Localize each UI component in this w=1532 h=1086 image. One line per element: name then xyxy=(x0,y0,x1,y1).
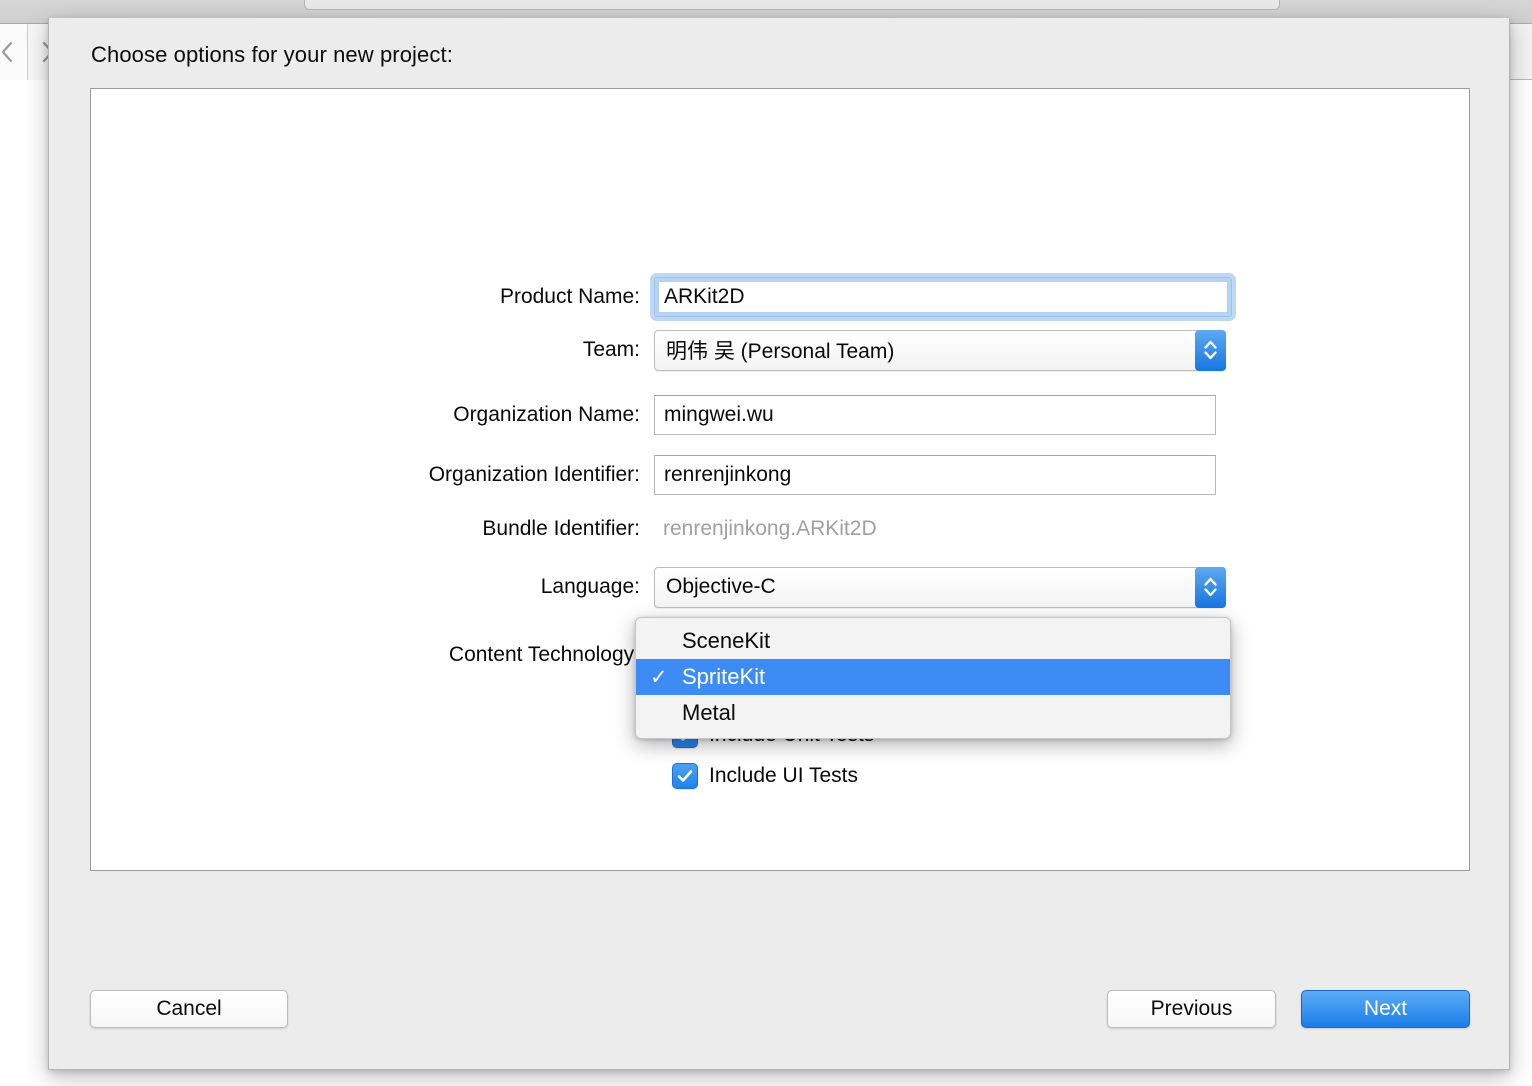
organization-identifier-input[interactable]: renrenjinkong xyxy=(654,455,1216,495)
field-row-bundle-identifier: Bundle Identifier: renrenjinkong.ARKit2D xyxy=(91,509,1469,549)
chevron-updown-icon[interactable] xyxy=(1195,566,1226,608)
language-popup-value: Objective-C xyxy=(666,575,776,598)
menu-item-label: Metal xyxy=(682,700,736,725)
team-label: Team: xyxy=(582,338,640,361)
cancel-button[interactable]: Cancel xyxy=(90,990,288,1028)
language-popup-button[interactable]: Objective-C xyxy=(654,566,1226,608)
field-row-organization-identifier: Organization Identifier: renrenjinkong xyxy=(91,455,1469,495)
bundle-identifier-label: Bundle Identifier: xyxy=(482,517,640,540)
bundle-identifier-value: renrenjinkong.ARKit2D xyxy=(663,517,877,540)
menu-item-label: SceneKit xyxy=(682,628,771,653)
team-popup-button[interactable]: 明伟 吴 (Personal Team) xyxy=(654,329,1226,371)
team-popup-value: 明伟 吴 (Personal Team) xyxy=(666,340,895,363)
menu-item-spritekit[interactable]: ✓ SpriteKit xyxy=(636,659,1230,695)
back-button[interactable] xyxy=(0,24,28,80)
checkmark-icon xyxy=(672,763,698,789)
check-icon: ✓ xyxy=(650,665,668,689)
options-panel: Product Name: ARKit2D Team: 明伟 吴 (Person… xyxy=(90,88,1470,871)
background-toolbar-field xyxy=(304,0,1280,10)
project-options-form: Product Name: ARKit2D Team: 明伟 吴 (Person… xyxy=(91,89,1469,870)
product-name-input[interactable]: ARKit2D xyxy=(654,277,1232,317)
organization-name-input[interactable]: mingwei.wu xyxy=(654,395,1216,435)
checkbox-include-ui-tests[interactable]: Include UI Tests xyxy=(672,760,858,792)
new-project-options-sheet: Choose options for your new project: Pro… xyxy=(48,18,1510,1070)
field-row-product-name: Product Name: ARKit2D xyxy=(91,277,1469,317)
chevron-updown-icon[interactable] xyxy=(1195,329,1226,371)
product-name-label: Product Name: xyxy=(499,285,640,308)
app-window: Choose options for your new project: Pro… xyxy=(0,0,1532,1086)
organization-identifier-label: Organization Identifier: xyxy=(428,463,640,486)
menu-item-metal[interactable]: Metal xyxy=(636,695,1230,731)
content-technology-label: Content Technology: xyxy=(448,643,640,666)
next-button[interactable]: Next xyxy=(1301,990,1470,1028)
language-label: Language: xyxy=(540,575,640,598)
previous-button[interactable]: Previous xyxy=(1107,990,1276,1028)
menu-item-scenekit[interactable]: SceneKit xyxy=(636,623,1230,659)
content-technology-dropdown-menu[interactable]: SceneKit ✓ SpriteKit Metal xyxy=(635,617,1231,739)
page-title: Choose options for your new project: xyxy=(91,42,453,67)
chevron-left-icon xyxy=(1,41,14,63)
include-ui-tests-label: Include UI Tests xyxy=(709,764,859,787)
field-row-team: Team: 明伟 吴 (Personal Team) xyxy=(91,329,1469,371)
field-row-organization-name: Organization Name: mingwei.wu xyxy=(91,395,1469,435)
field-row-language: Language: Objective-C xyxy=(91,566,1469,608)
menu-item-label: SpriteKit xyxy=(682,664,766,689)
organization-name-label: Organization Name: xyxy=(453,403,640,426)
